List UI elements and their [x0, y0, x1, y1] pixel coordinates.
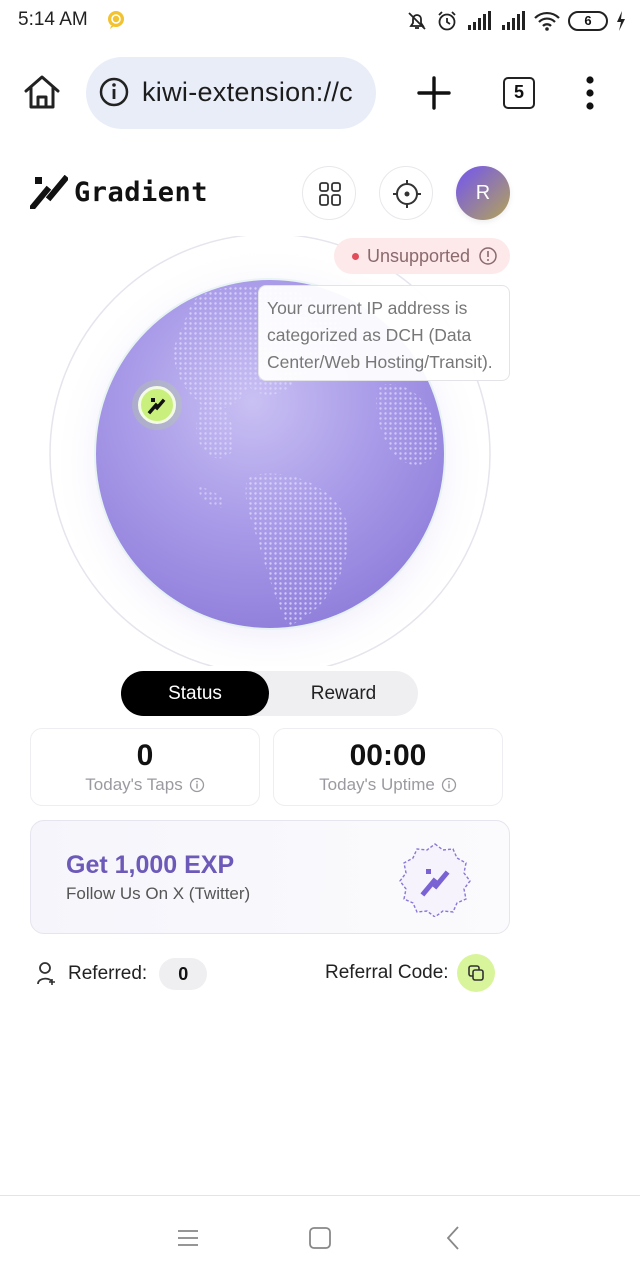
- taps-label: Today's Taps: [85, 775, 183, 794]
- ip-tooltip: Your current IP address is categorized a…: [258, 285, 510, 381]
- referral-code-label: Referral Code:: [325, 962, 449, 983]
- unsupported-badge[interactable]: Unsupported: [334, 238, 510, 274]
- logo-text: Gradient: [74, 176, 209, 208]
- avatar[interactable]: R: [456, 166, 510, 220]
- uptime-value: 00:00: [349, 739, 427, 772]
- charging-icon: [617, 11, 625, 31]
- tooltip-line: Your current IP address is: [267, 298, 468, 318]
- taps-value: 0: [136, 739, 154, 772]
- uptime-label: Today's Uptime: [319, 775, 435, 794]
- gradient-logo: Gradient: [30, 175, 208, 209]
- gradient-node-icon: [147, 398, 166, 415]
- status-reward-tabs: Status Reward: [121, 671, 418, 716]
- chat-notification-icon: [108, 11, 124, 29]
- follow-twitter-card[interactable]: Get 1,000 EXP Follow Us On X (Twitter): [30, 820, 510, 934]
- grid-icon: [319, 182, 341, 206]
- copy-icon: [467, 965, 484, 981]
- info-icon[interactable]: [189, 777, 205, 793]
- nav-divider: [0, 1195, 640, 1196]
- recent-apps-icon[interactable]: [174, 1224, 202, 1252]
- unsupported-label: Unsupported: [367, 245, 471, 266]
- locate-button[interactable]: [379, 166, 433, 220]
- referred-label: Referred:: [68, 963, 148, 984]
- status-time: 5:14 AM: [18, 9, 88, 30]
- tooltip-line: Center/Web Hosting/Transit).: [267, 352, 493, 372]
- battery-icon: 6: [568, 11, 608, 31]
- info-icon[interactable]: [441, 777, 457, 793]
- tab-status[interactable]: Status: [121, 671, 269, 716]
- promo-subtitle: Follow Us On X (Twitter): [66, 884, 251, 903]
- alarm-icon: [438, 11, 456, 31]
- user-add-icon: [37, 962, 55, 985]
- plus-icon[interactable]: [416, 75, 452, 111]
- back-icon[interactable]: [440, 1224, 468, 1252]
- signal-icon-1: [468, 11, 491, 30]
- info-icon[interactable]: [98, 76, 130, 108]
- tooltip-line: categorized as DCH (Data: [267, 325, 472, 345]
- node-location-marker: [138, 386, 176, 424]
- signal-icon-2: [502, 11, 525, 30]
- uptime-card: 00:00 Today's Uptime: [273, 728, 503, 806]
- more-vert-icon[interactable]: [582, 76, 598, 110]
- wifi-icon: [534, 11, 560, 31]
- copy-referral-code-button[interactable]: [456, 954, 495, 992]
- info-icon[interactable]: [478, 246, 498, 266]
- gradient-badge-icon: [399, 843, 471, 917]
- dashboard-button[interactable]: [302, 166, 356, 220]
- status-icons: 6: [406, 8, 626, 34]
- promo-title: Get 1,000 EXP: [66, 851, 235, 879]
- referred-row: Referred: 0: [36, 958, 208, 990]
- tabs-count-button[interactable]: 5: [503, 77, 535, 109]
- url-bar[interactable]: kiwi-extension://c: [86, 57, 376, 129]
- home-icon[interactable]: [22, 72, 62, 112]
- status-bar: 5:14 AM 6: [0, 0, 640, 44]
- home-nav-icon[interactable]: [306, 1224, 334, 1252]
- referred-count: 0: [159, 958, 208, 990]
- gradient-logo-icon: [30, 175, 68, 209]
- mute-bell-icon: [408, 12, 426, 30]
- referral-code-row: Referral Code:: [325, 954, 495, 992]
- status-dot: [352, 252, 359, 260]
- taps-card: 0 Today's Taps: [30, 728, 260, 806]
- crosshair-icon: [393, 180, 421, 208]
- tab-reward[interactable]: Reward: [269, 671, 418, 716]
- url-text[interactable]: kiwi-extension://c: [142, 77, 353, 108]
